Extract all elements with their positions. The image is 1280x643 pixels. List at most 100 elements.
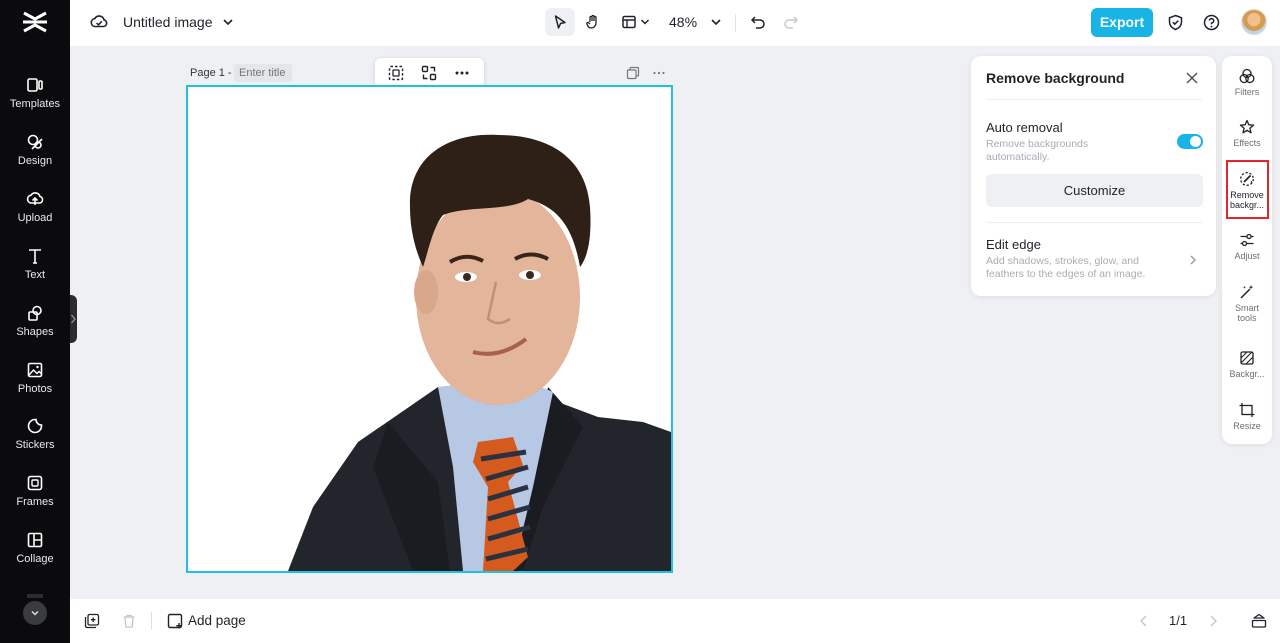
adjust-icon	[1240, 233, 1254, 247]
shield-icon	[1168, 14, 1182, 30]
shield-button[interactable]	[1163, 8, 1187, 36]
templates-icon	[27, 78, 43, 92]
sidebar-item-label: Collage	[16, 553, 54, 565]
sidebar-item-frames[interactable]: Frames	[0, 468, 70, 520]
sidebar-item-label: Frames	[16, 496, 54, 508]
sidebar-item-templates[interactable]: Templates	[0, 70, 70, 122]
add-page-label: Add page	[188, 613, 246, 628]
collage-icon	[27, 532, 43, 548]
zoom-level[interactable]: 48%	[669, 14, 697, 30]
hand-icon	[586, 14, 597, 29]
rail-item-label: Smart tools	[1234, 303, 1259, 323]
add-page-icon	[167, 613, 183, 629]
capcut-logo-icon[interactable]	[21, 9, 49, 35]
portrait-photo[interactable]	[188, 87, 671, 571]
cloud-sync-icon[interactable]	[90, 13, 108, 29]
resize-icon	[1239, 403, 1255, 417]
rail-item-label: Filters	[1234, 87, 1260, 97]
chevron-right-icon	[71, 314, 76, 324]
next-page-icon[interactable]	[1205, 613, 1221, 629]
redo-icon	[784, 16, 799, 29]
right-tool-rail: Filters Effects Remove backgr... Adjust …	[1222, 56, 1272, 444]
rail-item-effects[interactable]: Effects	[1222, 119, 1272, 148]
rail-item-background[interactable]: Backgr...	[1222, 350, 1272, 379]
shapes-icon	[28, 305, 42, 321]
rail-item-label: Effects	[1233, 138, 1261, 148]
rail-item-adjust[interactable]: Adjust	[1222, 232, 1272, 261]
page-more-icon[interactable]	[652, 66, 666, 80]
sidebar-divider	[27, 594, 43, 598]
layers-icon[interactable]	[1251, 613, 1267, 629]
page-label: Page 1 -	[190, 67, 232, 79]
sidebar-item-design[interactable]: Design	[0, 127, 70, 179]
sidebar-item-stickers[interactable]: Stickers	[0, 411, 70, 463]
customize-button[interactable]: Customize	[986, 174, 1203, 207]
select-tool-button[interactable]	[545, 8, 575, 36]
text-icon	[29, 249, 41, 264]
sidebar-item-label: Photos	[17, 383, 53, 395]
bottom-bar: Add page 1/1	[70, 599, 1280, 643]
frames-icon	[27, 475, 43, 491]
toolbar-divider	[735, 14, 736, 32]
rail-item-smart-tools[interactable]: Smart tools	[1222, 284, 1272, 323]
rail-item-resize[interactable]: Resize	[1222, 402, 1272, 431]
sidebar-item-photos[interactable]: Photos	[0, 355, 70, 407]
design-icon	[27, 134, 43, 150]
auto-removal-toggle[interactable]	[1177, 134, 1203, 149]
left-sidebar: Templates Design Upload Text Shapes Phot…	[0, 0, 70, 643]
rail-item-label: Resize	[1233, 421, 1261, 431]
replace-image-icon[interactable]	[421, 65, 437, 81]
duplicate-page-icon[interactable]	[626, 66, 640, 80]
select-area-icon[interactable]	[388, 65, 404, 81]
rail-item-label: Adjust	[1234, 251, 1260, 261]
smart-tools-icon	[1240, 285, 1254, 299]
sidebar-item-upload[interactable]: Upload	[0, 184, 70, 236]
layout-menu-button[interactable]	[616, 8, 654, 36]
stickers-icon	[27, 418, 43, 434]
help-button[interactable]	[1199, 8, 1223, 36]
edit-edge-title: Edit edge	[986, 237, 1041, 252]
page-counter: 1/1	[1169, 613, 1188, 628]
photos-icon	[27, 362, 43, 378]
sidebar-item-label: Templates	[9, 98, 61, 110]
cursor-icon	[554, 15, 566, 29]
canvas-artboard[interactable]	[186, 85, 673, 573]
effects-icon	[1239, 119, 1255, 134]
page-title-input[interactable]	[234, 64, 292, 82]
panel-divider	[986, 222, 1202, 223]
sidebar-item-shapes[interactable]: Shapes	[0, 298, 70, 350]
rail-item-label: Backgr...	[1229, 369, 1265, 379]
undo-button[interactable]	[745, 8, 771, 36]
redo-button[interactable]	[778, 8, 804, 36]
more-options-icon[interactable]	[454, 65, 470, 81]
sidebar-item-collage[interactable]: Collage	[0, 525, 70, 577]
sidebar-item-label: Upload	[17, 212, 53, 224]
sidebar-item-text[interactable]: Text	[0, 241, 70, 293]
previous-page-icon[interactable]	[1136, 613, 1152, 629]
chevron-down-icon	[31, 610, 39, 616]
document-title[interactable]: Untitled image	[123, 14, 213, 30]
close-icon[interactable]	[1185, 71, 1199, 85]
undo-icon	[750, 16, 765, 29]
help-icon	[1203, 14, 1219, 30]
panel-divider	[986, 99, 1202, 100]
floating-toolbar	[375, 58, 484, 88]
add-layer-icon[interactable]	[84, 613, 100, 629]
sidebar-item-label: Design	[17, 155, 53, 167]
edit-edge-description: Add shadows, strokes, glow, and feathers…	[986, 255, 1146, 280]
sidebar-item-label: Text	[24, 269, 46, 281]
upload-icon	[26, 192, 44, 205]
top-bar: Untitled image 48% Export	[70, 0, 1280, 46]
zoom-chevron-down-icon[interactable]	[710, 18, 722, 26]
delete-page-icon[interactable]	[121, 613, 137, 629]
export-button[interactable]: Export	[1091, 8, 1153, 37]
rail-item-filters[interactable]: Filters	[1222, 68, 1272, 97]
active-tool-highlight	[1226, 160, 1269, 219]
user-avatar[interactable]	[1241, 9, 1267, 35]
sidebar-collapse-handle[interactable]	[70, 295, 77, 343]
sidebar-more-button[interactable]	[23, 601, 47, 625]
bottom-divider	[151, 612, 152, 630]
hand-tool-button[interactable]	[578, 8, 608, 36]
auto-removal-description: Remove backgrounds automatically.	[986, 138, 1089, 163]
title-chevron-down-icon[interactable]	[222, 18, 234, 26]
